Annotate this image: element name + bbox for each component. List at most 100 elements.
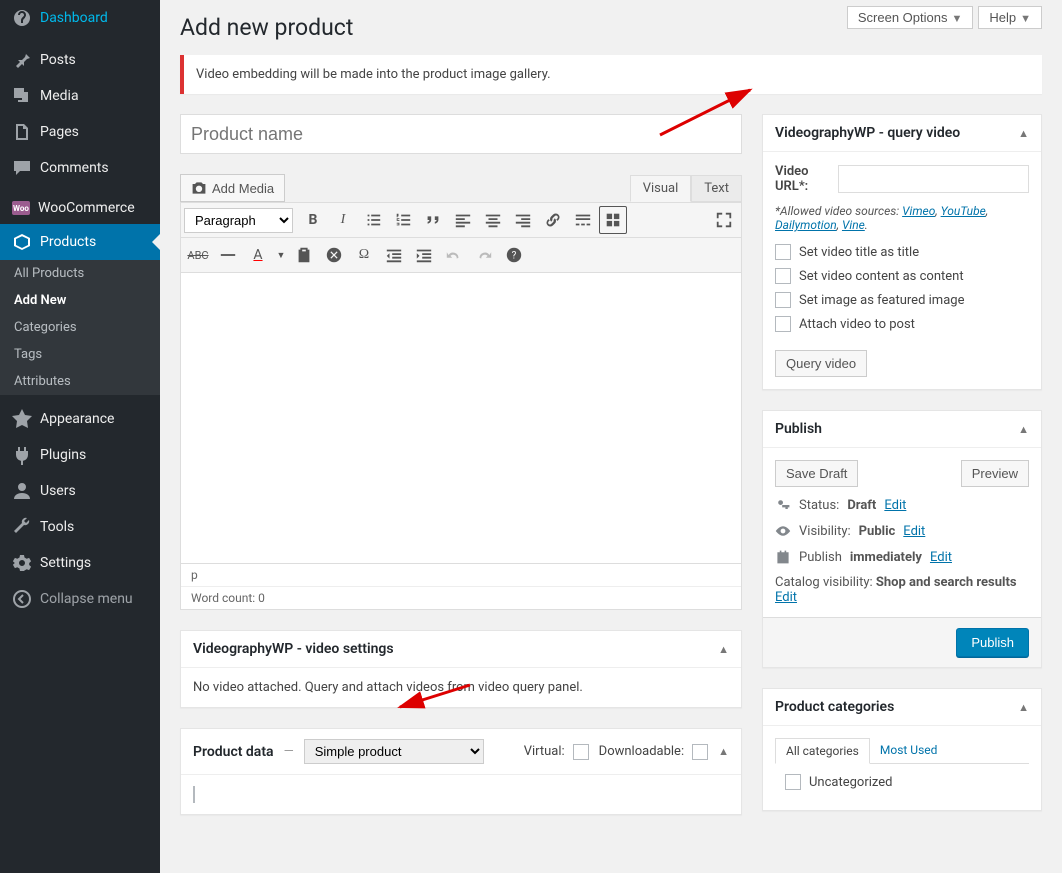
submenu-categories[interactable]: Categories (0, 314, 160, 341)
editor-path: p (181, 563, 741, 586)
sidebar-item-media[interactable]: Media (0, 78, 160, 114)
publish-button[interactable]: Publish (956, 628, 1029, 657)
sidebar-item-products[interactable]: Products (0, 224, 160, 260)
undo-button[interactable] (440, 241, 468, 269)
sidebar-item-posts[interactable]: Posts (0, 42, 160, 78)
edit-visibility-link[interactable]: Edit (903, 524, 925, 539)
video-url-label: Video URL*: (775, 164, 830, 194)
align-left-button[interactable] (449, 206, 477, 234)
row-checkbox[interactable] (193, 786, 195, 803)
sidebar-item-settings[interactable]: Settings (0, 545, 160, 581)
format-select[interactable]: Paragraph (184, 208, 293, 233)
bullet-list-button[interactable] (359, 206, 387, 234)
toolbar-toggle-button[interactable] (599, 206, 627, 234)
main-content: Screen Options▼ Help▼ Add new product Vi… (160, 0, 1062, 873)
link-vine[interactable]: Vine (842, 218, 865, 232)
metabox-title: Publish (775, 421, 822, 437)
link-button[interactable] (539, 206, 567, 234)
sidebar-item-woocommerce[interactable]: Woo WooCommerce (0, 192, 160, 224)
help-shortcut-button[interactable]: ? (500, 241, 528, 269)
tools-icon (12, 517, 32, 537)
video-url-input[interactable] (838, 165, 1029, 193)
add-media-button[interactable]: Add Media (180, 174, 285, 202)
metabox-query-video-header[interactable]: VideographyWP - query video ▲ (763, 115, 1041, 152)
virtual-checkbox[interactable] (573, 744, 589, 760)
link-dailymotion[interactable]: Dailymotion (775, 218, 837, 232)
sidebar-item-plugins[interactable]: Plugins (0, 437, 160, 473)
submenu-attributes[interactable]: Attributes (0, 368, 160, 395)
metabox-video-settings: VideographyWP - video settings ▲ No vide… (180, 630, 742, 708)
cat-uncategorized-checkbox[interactable] (785, 774, 801, 790)
outdent-button[interactable] (380, 241, 408, 269)
metabox-query-video: VideographyWP - query video ▲ Video URL*… (762, 114, 1042, 390)
sidebar-label: Comments (40, 160, 109, 176)
sidebar-item-users[interactable]: Users (0, 473, 160, 509)
preview-button[interactable]: Preview (961, 460, 1029, 487)
textcolor-button[interactable]: A (244, 241, 272, 269)
align-right-button[interactable] (509, 206, 537, 234)
sidebar-item-tools[interactable]: Tools (0, 509, 160, 545)
link-vimeo[interactable]: Vimeo (902, 204, 935, 218)
downloadable-checkbox[interactable] (692, 744, 708, 760)
editor-textarea[interactable] (181, 273, 741, 563)
strikethrough-button[interactable]: ABC (184, 241, 212, 269)
link-youtube[interactable]: YouTube (941, 204, 986, 218)
sidebar-item-appearance[interactable]: Appearance (0, 401, 160, 437)
cb-attach[interactable] (775, 316, 791, 332)
product-type-select[interactable]: Simple product (304, 739, 484, 764)
cat-tab-most[interactable]: Most Used (870, 738, 948, 763)
collapse-icon (12, 589, 32, 609)
metabox-title: VideographyWP - query video (775, 125, 960, 141)
cb-title[interactable] (775, 244, 791, 260)
metabox-categories-header[interactable]: Product categories ▲ (763, 689, 1041, 726)
chevron-up-icon[interactable]: ▲ (1018, 423, 1029, 436)
product-title-input[interactable] (180, 114, 742, 154)
cb-content[interactable] (775, 268, 791, 284)
metabox-title: Product categories (775, 699, 894, 715)
users-icon (12, 481, 32, 501)
fullscreen-button[interactable] (710, 206, 738, 234)
screen-options-button[interactable]: Screen Options▼ (847, 6, 974, 29)
save-draft-button[interactable]: Save Draft (775, 460, 858, 487)
notice-error: Video embedding will be made into the pr… (180, 55, 1042, 94)
help-button[interactable]: Help▼ (978, 6, 1042, 29)
chevron-up-icon[interactable]: ▲ (718, 643, 729, 656)
pastetext-button[interactable] (290, 241, 318, 269)
sidebar-label: Pages (40, 124, 79, 140)
edit-catalog-link[interactable]: Edit (775, 590, 797, 605)
redo-button[interactable] (470, 241, 498, 269)
readmore-button[interactable] (569, 206, 597, 234)
query-video-button[interactable]: Query video (775, 350, 867, 377)
bold-button[interactable]: B (299, 206, 327, 234)
sidebar-item-dashboard[interactable]: Dashboard (0, 0, 160, 36)
comments-icon (12, 158, 32, 178)
removeformat-button[interactable] (320, 241, 348, 269)
metabox-video-settings-header[interactable]: VideographyWP - video settings ▲ (181, 631, 741, 668)
edit-status-link[interactable]: Edit (884, 498, 906, 513)
sidebar-label: Plugins (40, 447, 86, 463)
sidebar-item-comments[interactable]: Comments (0, 150, 160, 186)
align-center-button[interactable] (479, 206, 507, 234)
indent-button[interactable] (410, 241, 438, 269)
metabox-publish-header[interactable]: Publish ▲ (763, 411, 1041, 448)
submenu-tags[interactable]: Tags (0, 341, 160, 368)
submenu-add-new[interactable]: Add New (0, 287, 160, 314)
hr-button[interactable] (214, 241, 242, 269)
numbered-list-button[interactable] (389, 206, 417, 234)
sidebar-label: Media (40, 88, 79, 104)
chevron-up-icon[interactable]: ▲ (1018, 127, 1029, 140)
specialchar-button[interactable]: Ω (350, 241, 378, 269)
italic-button[interactable]: I (329, 206, 357, 234)
tab-text[interactable]: Text (691, 175, 742, 202)
blockquote-button[interactable] (419, 206, 447, 234)
chevron-up-icon[interactable]: ▲ (718, 745, 729, 758)
textcolor-dropdown[interactable]: ▼ (274, 241, 288, 269)
cat-tab-all[interactable]: All categories (775, 738, 870, 764)
edit-schedule-link[interactable]: Edit (930, 550, 952, 565)
tab-visual[interactable]: Visual (630, 175, 692, 202)
sidebar-collapse[interactable]: Collapse menu (0, 581, 160, 617)
chevron-up-icon[interactable]: ▲ (1018, 701, 1029, 714)
sidebar-item-pages[interactable]: Pages (0, 114, 160, 150)
cb-featured[interactable] (775, 292, 791, 308)
submenu-all-products[interactable]: All Products (0, 260, 160, 287)
